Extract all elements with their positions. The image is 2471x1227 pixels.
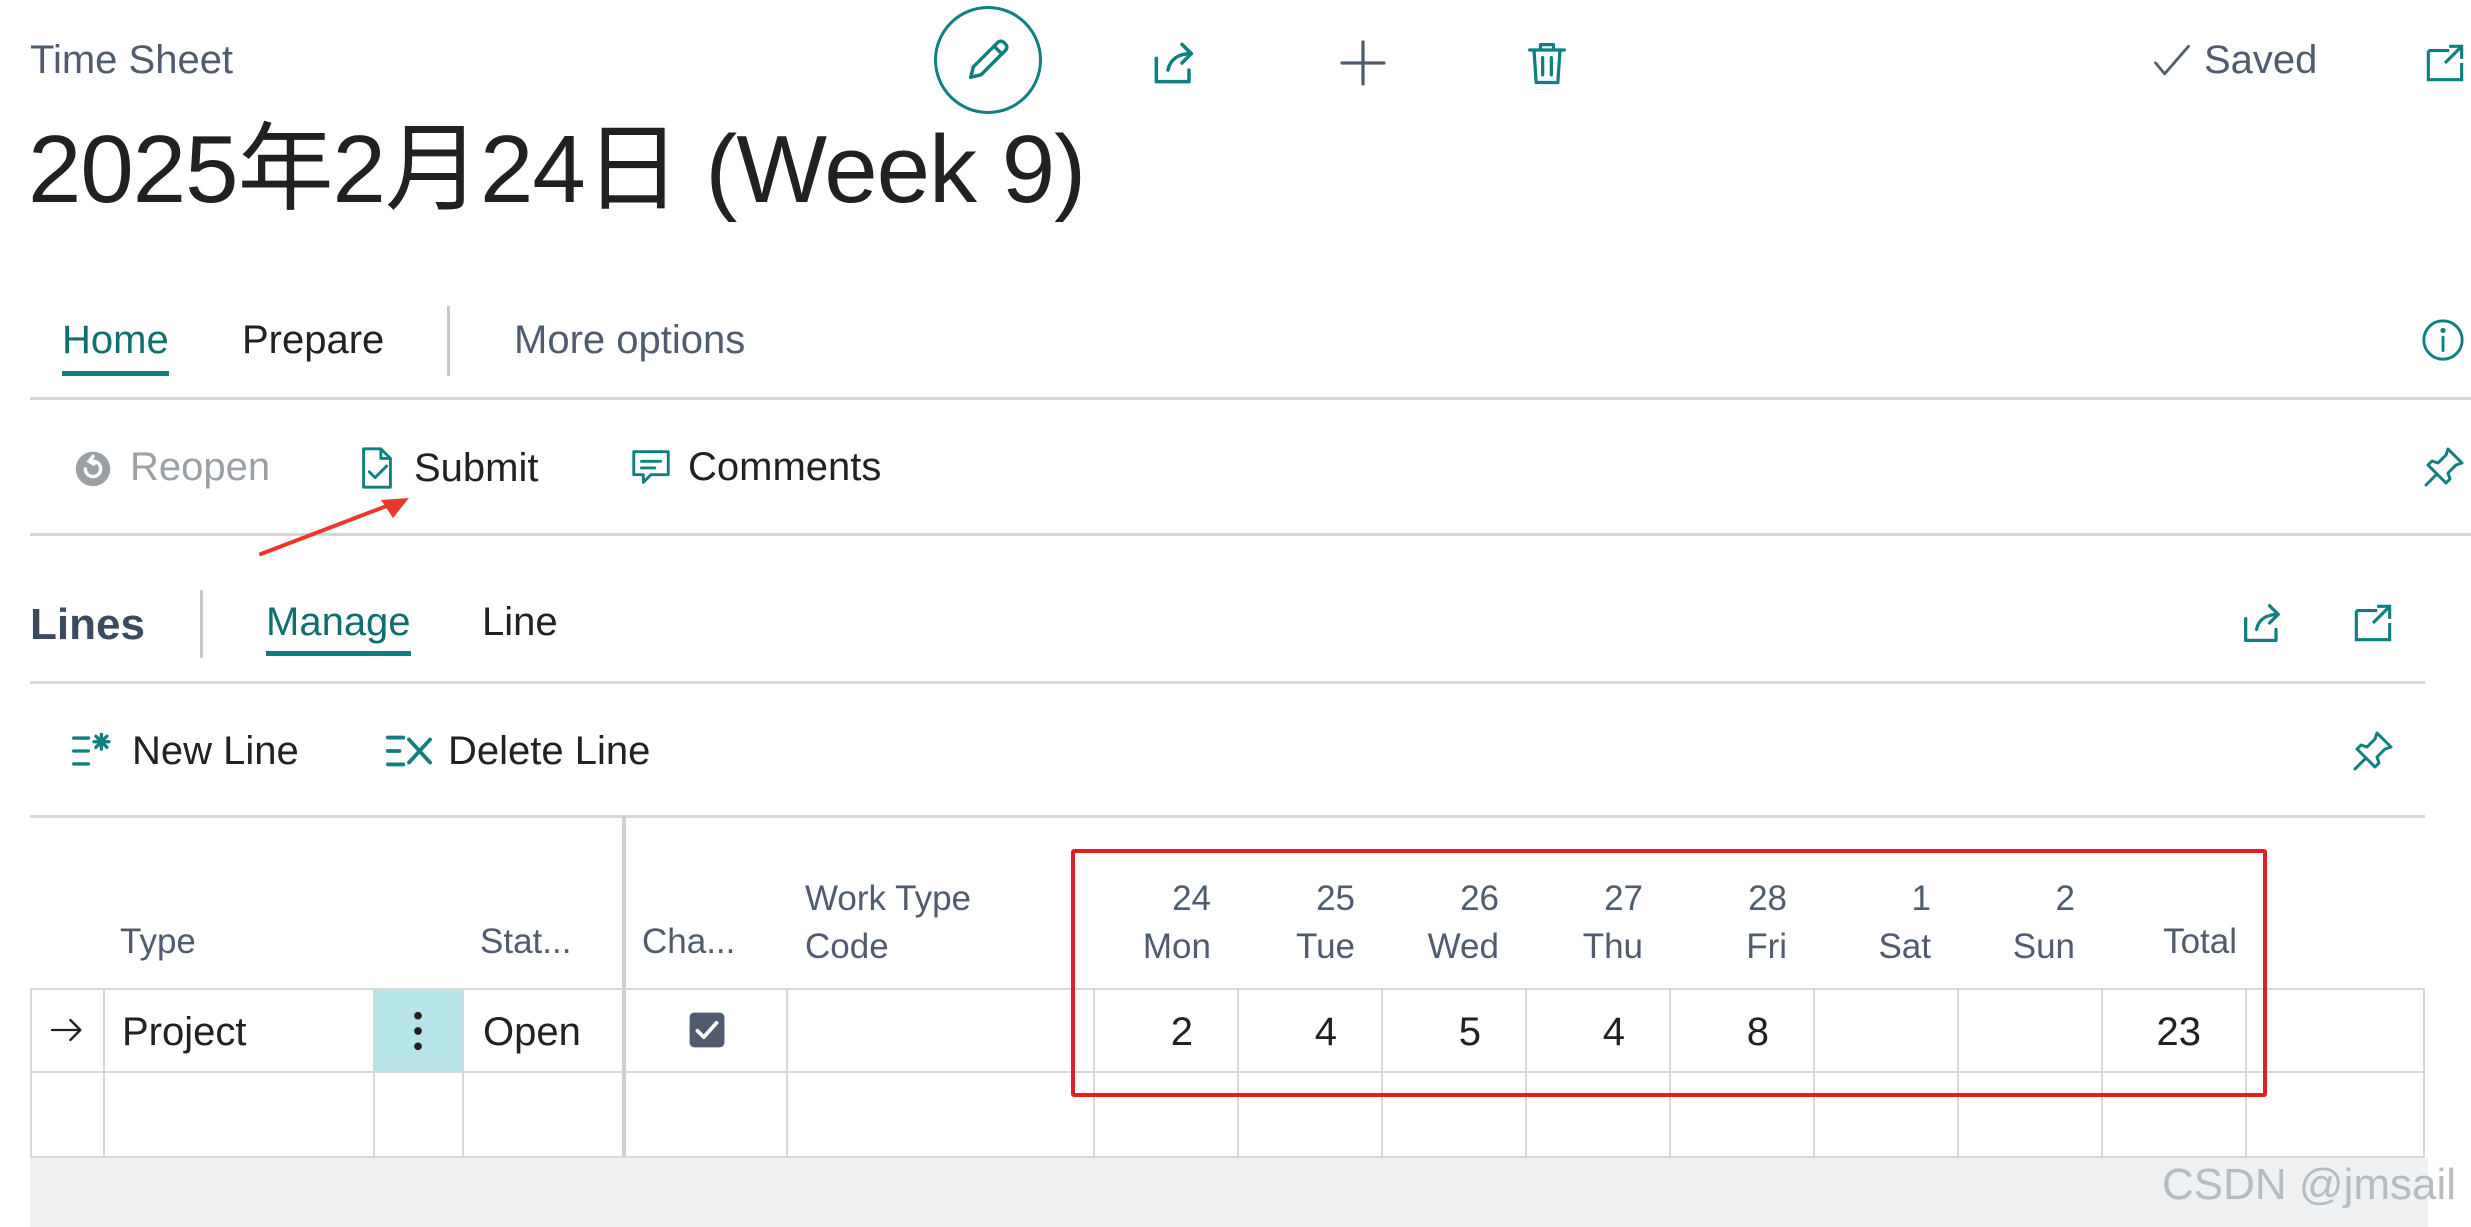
- grid-line: [2423, 988, 2425, 1158]
- saved-label: Saved: [2204, 38, 2318, 82]
- column-header-work-type-line2: Code: [805, 927, 889, 966]
- lines-section-title: Lines: [30, 600, 145, 649]
- reopen-icon: [70, 444, 116, 490]
- reopen-label: Reopen: [130, 444, 271, 489]
- annotation-highlight-box: [1071, 849, 2267, 1097]
- tab-manage[interactable]: Manage: [266, 600, 411, 656]
- pin-icon: [2420, 443, 2468, 491]
- more-vertical-icon: [411, 1008, 425, 1054]
- tab-line[interactable]: Line: [482, 600, 558, 645]
- comments-label: Comments: [688, 444, 882, 489]
- comments-button[interactable]: Comments: [628, 444, 881, 490]
- lines-expand-button[interactable]: [2338, 588, 2408, 658]
- lines-share-button[interactable]: [2228, 588, 2298, 658]
- cell-type[interactable]: Project: [122, 1010, 247, 1055]
- annotation-arrow: [255, 490, 415, 560]
- plus-icon: [1335, 35, 1391, 91]
- column-header-type[interactable]: Type: [120, 918, 196, 966]
- pin-action-bar-button[interactable]: [2420, 432, 2471, 502]
- reopen-button[interactable]: Reopen: [70, 444, 270, 490]
- grid-line: [786, 988, 788, 1158]
- expand-icon: [2348, 598, 2398, 648]
- trash-icon: [1521, 37, 1573, 89]
- checkmark-icon: [2150, 39, 2194, 83]
- column-header-work-type-line1: Work Type: [805, 879, 971, 918]
- column-header-work-type[interactable]: Work Type Code: [805, 875, 971, 971]
- pin-icon: [2349, 727, 2397, 775]
- breadcrumb[interactable]: Time Sheet: [30, 38, 233, 83]
- delete-line-label: Delete Line: [448, 728, 651, 773]
- delete-line-button[interactable]: Delete Line: [384, 728, 650, 774]
- open-new-window-icon: [2420, 38, 2470, 88]
- grid-line: [30, 988, 32, 1158]
- grid-footer: [30, 1158, 2428, 1227]
- tab-prepare[interactable]: Prepare: [242, 318, 384, 363]
- new-line-button[interactable]: New Line: [70, 728, 299, 774]
- current-row-indicator: [46, 1010, 88, 1050]
- arrow-right-icon: [46, 1010, 88, 1050]
- document-check-icon: [354, 444, 400, 492]
- grid-line: [462, 988, 464, 1158]
- watermark: CSDN @jmsail: [2162, 1160, 2457, 1209]
- new-line-icon: [70, 728, 118, 774]
- tab-home[interactable]: Home: [62, 318, 169, 376]
- info-icon: [2420, 317, 2466, 363]
- edit-button[interactable]: [934, 6, 1042, 114]
- pin-lines-bar-button[interactable]: [2338, 716, 2408, 786]
- pencil-icon: [962, 34, 1014, 86]
- page-title: 2025年2月24日 (Week 9): [28, 116, 1086, 223]
- row-actions-button[interactable]: [374, 990, 462, 1071]
- share-icon: [2237, 597, 2289, 649]
- cell-status: Open: [483, 1010, 581, 1054]
- comment-icon: [628, 444, 674, 490]
- frozen-column-divider: [622, 815, 626, 1157]
- submit-label: Submit: [414, 445, 539, 490]
- tab-divider: [447, 306, 450, 376]
- delete-button[interactable]: [1512, 28, 1582, 98]
- column-header-status[interactable]: Stat...: [480, 918, 571, 966]
- delete-line-icon: [384, 728, 434, 774]
- column-header-chargeable[interactable]: Cha...: [642, 918, 735, 966]
- tab-more-options[interactable]: More options: [514, 318, 745, 363]
- divider: [30, 681, 2425, 684]
- chargeable-checkbox[interactable]: [688, 1011, 726, 1049]
- open-new-window-button[interactable]: [2420, 28, 2471, 98]
- submit-button[interactable]: Submit: [354, 444, 539, 492]
- new-line-label: New Line: [132, 728, 299, 773]
- share-button[interactable]: [1140, 28, 1210, 98]
- info-button[interactable]: [2420, 305, 2471, 375]
- divider: [30, 397, 2471, 400]
- saved-status: Saved: [2150, 38, 2317, 83]
- share-icon: [1147, 35, 1203, 91]
- new-button[interactable]: [1328, 28, 1398, 98]
- divider: [30, 815, 2425, 818]
- section-divider: [200, 590, 203, 658]
- grid-line: [103, 988, 105, 1158]
